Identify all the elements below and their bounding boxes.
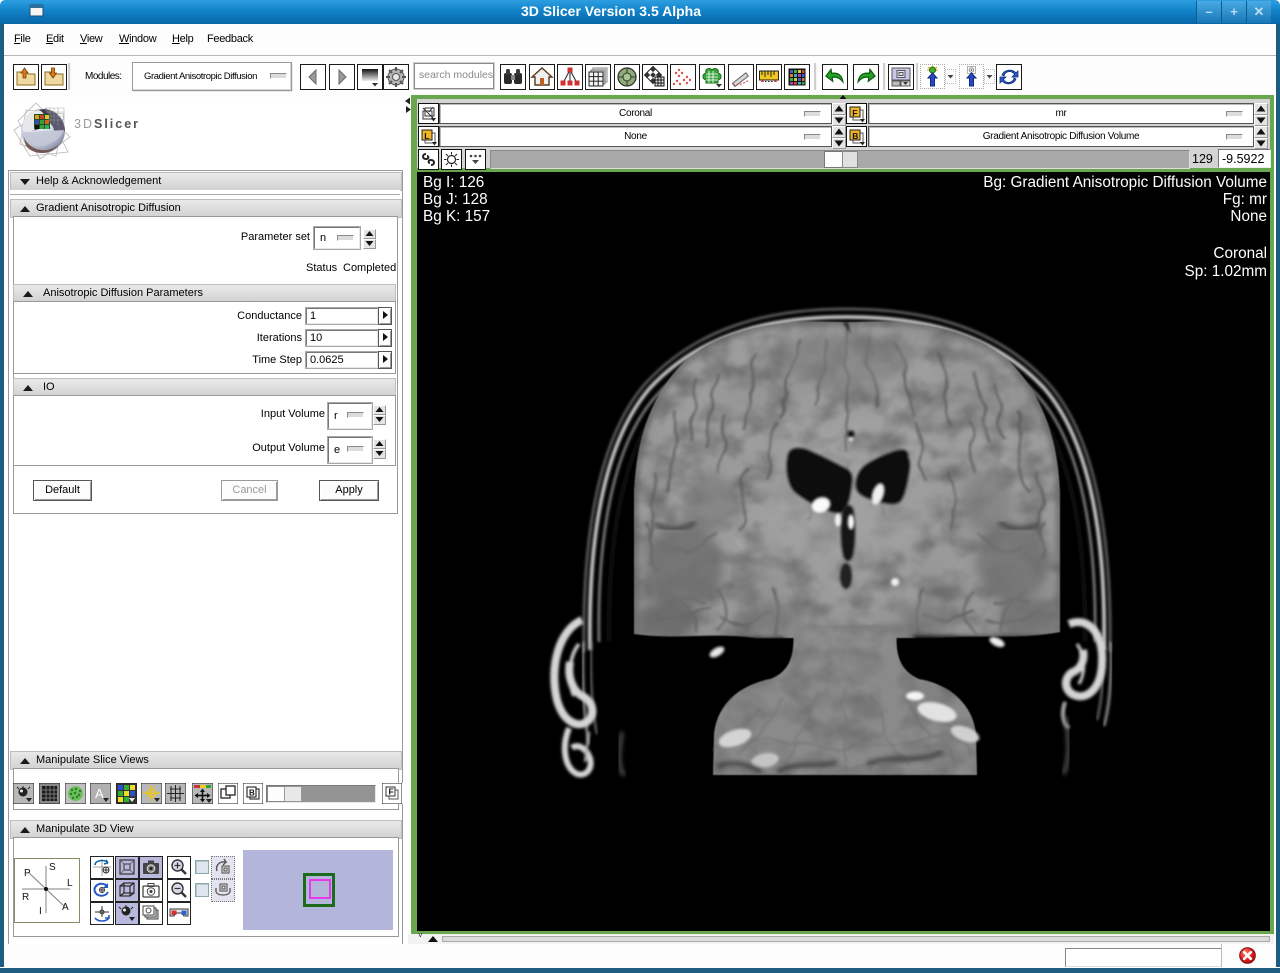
svg-text:L: L xyxy=(424,131,429,141)
svg-text:F: F xyxy=(852,108,857,118)
svg-text:F: F xyxy=(389,787,394,797)
svg-text:A: A xyxy=(62,902,69,913)
svg-text:P: P xyxy=(24,868,31,879)
svg-text:S: S xyxy=(49,862,56,873)
svg-text:I: I xyxy=(39,906,42,917)
svg-text:L: L xyxy=(67,878,73,889)
svg-text:B: B xyxy=(852,131,858,141)
svg-text:A: A xyxy=(95,786,104,801)
svg-text:B: B xyxy=(249,789,255,798)
svg-text:R: R xyxy=(22,892,29,903)
